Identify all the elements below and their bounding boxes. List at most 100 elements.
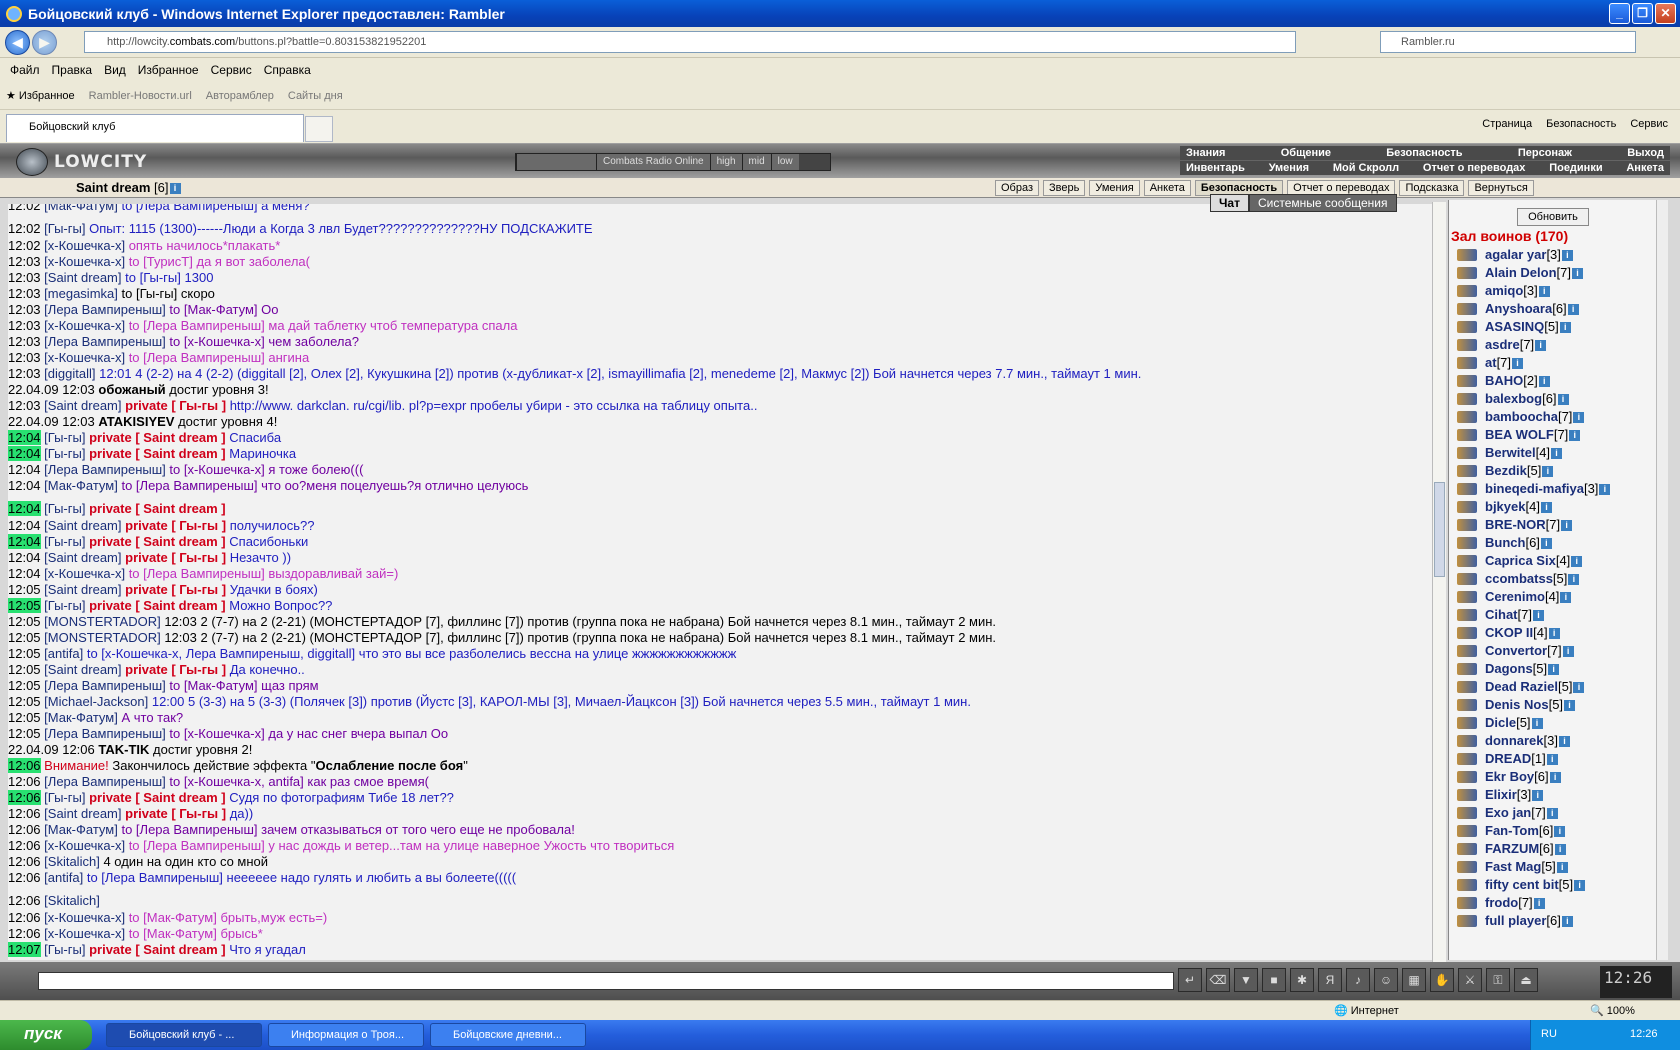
chat-nick[interactable]: [x-Кошечка-x] — [44, 910, 125, 925]
player-name[interactable]: Saint dream [6] i — [76, 180, 181, 195]
player-nick[interactable]: Fan-Tom — [1485, 823, 1539, 838]
info-icon[interactable]: i — [1538, 376, 1550, 387]
player-entry[interactable]: Anyshoara[6] i — [1449, 300, 1659, 318]
player-entry[interactable]: Berwitel[4] i — [1449, 444, 1659, 462]
nav-fights[interactable]: Поединки — [1549, 162, 1602, 174]
player-entry[interactable]: donnarek[3] i — [1449, 732, 1659, 750]
fav-item[interactable]: Авторамблер — [206, 90, 274, 102]
info-icon[interactable]: i — [1554, 826, 1566, 837]
info-icon[interactable]: i — [1564, 700, 1576, 711]
info-icon[interactable]: i — [1562, 646, 1574, 657]
player-entry[interactable]: Dagons[5] i — [1449, 660, 1659, 678]
player-entry[interactable]: ccombatss[5] i — [1449, 570, 1659, 588]
private-target[interactable]: private [ Saint dream ] — [89, 534, 226, 549]
nav-inventory[interactable]: Инвентарь — [1186, 162, 1245, 174]
player-entry[interactable]: Convertor[7] i — [1449, 642, 1659, 660]
chat-nick[interactable]: [Skitalich] — [44, 893, 100, 908]
chat-nick[interactable]: [Гы-гы] — [44, 430, 85, 445]
player-nick[interactable]: Fast Mag — [1485, 859, 1541, 874]
player-entry[interactable]: Alain Delon[7] i — [1449, 264, 1659, 282]
player-entry[interactable]: DREAD[1] i — [1449, 750, 1659, 768]
task-item[interactable]: Бойцовские дневни... — [430, 1023, 586, 1047]
lock-icon[interactable]: ⚿ — [1486, 968, 1510, 992]
chat-nick[interactable]: [Лера Вампиреныш] — [44, 302, 166, 317]
info-icon[interactable]: i — [1559, 322, 1571, 333]
player-nick[interactable]: at — [1485, 355, 1497, 370]
maximize-button[interactable]: ❐ — [1632, 3, 1653, 24]
info-icon[interactable]: i — [1561, 520, 1573, 531]
private-target[interactable]: private [ Saint dream ] — [89, 430, 226, 445]
player-nick[interactable]: Denis Nos — [1485, 697, 1549, 712]
player-nick[interactable]: DREAD — [1485, 751, 1531, 766]
menu-file[interactable]: Файл — [4, 59, 46, 81]
player-entry[interactable]: Exo jan[7] i — [1449, 804, 1659, 822]
info-icon[interactable]: i — [1573, 412, 1585, 423]
language-indicator[interactable]: RU — [1541, 1028, 1557, 1040]
player-entry[interactable]: Bezdik[5] i — [1449, 462, 1659, 480]
player-entry[interactable]: Bunch[6] i — [1449, 534, 1659, 552]
chat-nick[interactable]: [Skitalich] — [44, 854, 100, 869]
private-target[interactable]: private [ Гы-гы ] — [125, 550, 226, 565]
nav-character[interactable]: Персонаж — [1518, 147, 1572, 159]
info-icon[interactable]: i — [1573, 682, 1585, 693]
tab-combats[interactable]: Бойцовский клуб — [6, 114, 304, 142]
player-nick[interactable]: Elixir — [1485, 787, 1517, 802]
chat-nick[interactable]: TAK-TIK — [98, 742, 149, 757]
player-entry[interactable]: Fan-Tom[6] i — [1449, 822, 1659, 840]
info-icon[interactable]: i — [1538, 286, 1550, 297]
chat-nick[interactable]: [x-Кошечка-x] — [44, 350, 125, 365]
player-entry[interactable]: frodo[7] i — [1449, 894, 1659, 912]
nav-skills[interactable]: Умения — [1269, 162, 1309, 174]
chat-recipient[interactable]: to [Лера Вампиреныш] — [121, 204, 257, 213]
tab-chat[interactable]: Чат — [1210, 194, 1249, 212]
chat-recipient[interactable]: to [x-Кошечка-x, Лера Вампиреныш, diggit… — [87, 646, 355, 661]
player-entry[interactable]: full player[6] i — [1449, 912, 1659, 930]
chat-nick[interactable]: [Saint dream] — [44, 550, 121, 565]
player-entry[interactable]: CKOP II[4] i — [1449, 624, 1659, 642]
player-entry[interactable]: bamboocha[7] i — [1449, 408, 1659, 426]
player-nick[interactable]: Anyshoara — [1485, 301, 1552, 316]
private-target[interactable]: private [ Saint dream ] — [89, 598, 226, 613]
nav-transfers[interactable]: Отчет о переводах — [1423, 162, 1526, 174]
player-nick[interactable]: asdre — [1485, 337, 1520, 352]
menu-favorites[interactable]: Избранное — [132, 59, 205, 81]
player-entry[interactable]: Dead Raziel[5] i — [1449, 678, 1659, 696]
close-button[interactable]: ✕ — [1655, 3, 1676, 24]
chat-nick[interactable]: [Мак-Фатум] — [44, 478, 118, 493]
chat-message-input[interactable] — [38, 972, 1174, 990]
chat-nick[interactable]: [Лера Вампиреныш] — [44, 726, 166, 741]
player-nick[interactable]: BRE-NOR — [1485, 517, 1546, 532]
chat-nick[interactable]: [Гы-гы] — [44, 221, 85, 236]
info-icon[interactable]: i — [1571, 556, 1583, 567]
player-entry[interactable]: bjkyek[4] i — [1449, 498, 1659, 516]
favorites-button[interactable]: ★ Избранное — [6, 89, 75, 102]
chat-nick[interactable]: [Мак-Фатум] — [44, 822, 118, 837]
chat-nick[interactable]: [Лера Вампиреныш] — [44, 334, 166, 349]
info-icon[interactable]: i — [1556, 862, 1568, 873]
scroll-thumb[interactable] — [1434, 482, 1445, 577]
chat-nick[interactable]: [Michael-Jackson] — [44, 694, 148, 709]
player-entry[interactable]: asdre[7] i — [1449, 336, 1659, 354]
info-icon[interactable]: i — [169, 183, 181, 194]
player-nick[interactable]: Dead Raziel — [1485, 679, 1558, 694]
nav-security[interactable]: Безопасность — [1386, 147, 1462, 159]
info-icon[interactable]: i — [1535, 340, 1547, 351]
player-nick[interactable]: fifty cent bit — [1485, 877, 1559, 892]
info-icon[interactable]: i — [1548, 628, 1560, 639]
chat-nick[interactable]: [Лера Вампиреныш] — [44, 462, 166, 477]
player-nick[interactable]: donnarek — [1485, 733, 1544, 748]
nav-profile[interactable]: Анкета — [1626, 162, 1664, 174]
info-icon[interactable]: i — [1561, 916, 1573, 927]
private-target[interactable]: private [ Saint dream ] — [89, 501, 226, 516]
forward-button[interactable]: ▶ — [32, 30, 57, 55]
private-target[interactable]: private [ Гы-гы ] — [125, 582, 226, 597]
info-icon[interactable]: i — [1571, 268, 1583, 279]
player-nick[interactable]: bjkyek — [1485, 499, 1525, 514]
player-nick[interactable]: Ekr Boy — [1485, 769, 1534, 784]
chat-recipient[interactable]: to [Лера Вампиреныш] — [129, 318, 265, 333]
player-entry[interactable]: Caprica Six[4] i — [1449, 552, 1659, 570]
private-target[interactable]: private [ Гы-гы ] — [125, 398, 226, 413]
chat-recipient[interactable]: to [Лера Вампиреныш] — [121, 478, 257, 493]
filter-icon[interactable]: ▼ — [1234, 968, 1258, 992]
chat-recipient[interactable]: to [Лера Вампиреныш] — [87, 870, 223, 885]
